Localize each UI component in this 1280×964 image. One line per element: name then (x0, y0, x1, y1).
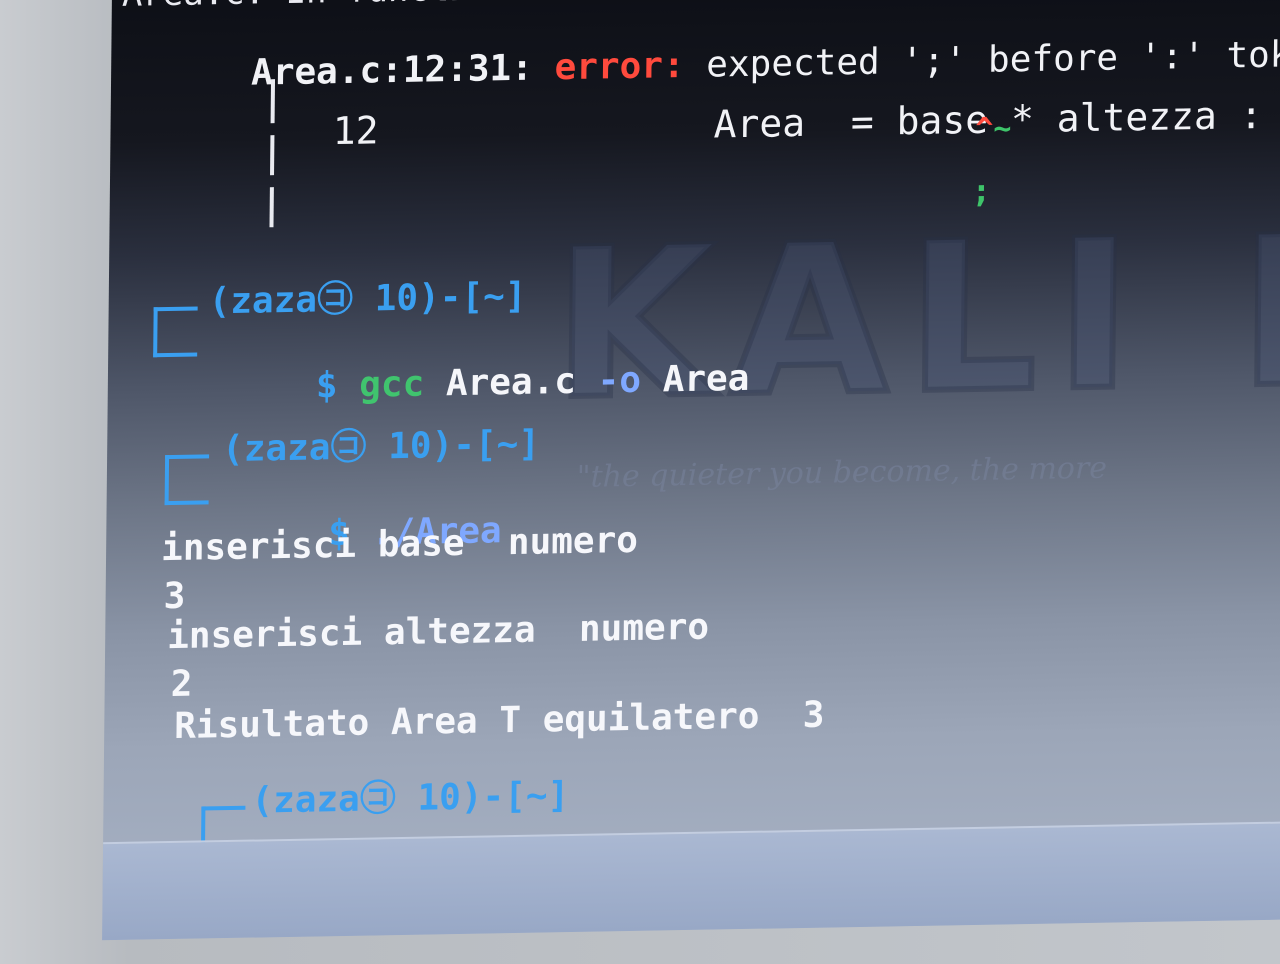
command-arg: Area.c (445, 360, 577, 405)
error-caret: ^~ (975, 111, 1012, 147)
prompt-header: (zaza㋙ 10)-[~] (251, 775, 570, 822)
source-gutter-bar (269, 187, 274, 228)
terminal-window[interactable]: KALI LI "the quieter you become, the mor… (102, 0, 1280, 941)
fixit-hint: ; (971, 171, 992, 211)
compiler-context-line: Area.c: In function 'main': (122, 0, 675, 15)
wallpaper-motto: "the quieter you become, the more (576, 450, 1108, 495)
output-line: inserisci altezza numero (167, 606, 710, 658)
source-gutter-bar (270, 135, 275, 176)
source-line-number: 12 (332, 108, 379, 154)
command-name: gcc (359, 363, 425, 406)
command-option: -o (597, 359, 642, 402)
output-line: inserisci base numero (160, 519, 639, 570)
prompt-symbol: $ (315, 365, 338, 407)
source-code-line: 12 Area = base * altezza : 2 ; (195, 56, 1280, 190)
prompt-header: (zaza㋙ 10)-[~] (208, 275, 527, 323)
source-gutter-bar (270, 79, 276, 124)
photo-frame: KALI LI "the quieter you become, the mor… (0, 0, 1280, 964)
error-tilde: ~ (993, 111, 1012, 147)
prompt-header: (zaza㋙ 10)-[~] (221, 423, 541, 471)
output-line: 3 (163, 575, 186, 618)
command-target: Area (662, 357, 750, 401)
output-line: 2 (170, 663, 193, 706)
desktop-taskbar[interactable] (102, 821, 1280, 941)
output-line: Risultato Area T equilatero 3 (174, 694, 825, 747)
source-code: Area = base * altezza : 2 ; (713, 92, 1263, 147)
